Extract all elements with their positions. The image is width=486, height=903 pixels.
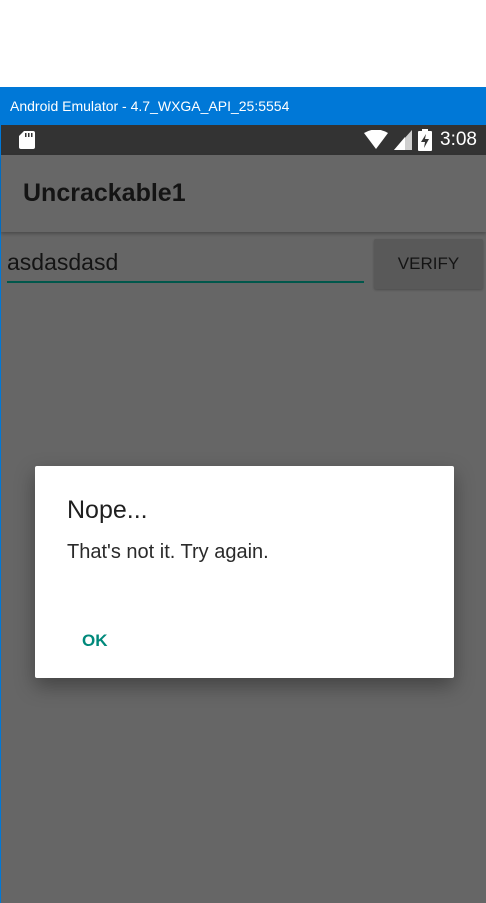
- dialog-title: Nope...: [67, 496, 148, 524]
- status-icons: 3:08: [364, 127, 477, 153]
- emulator-window-title: Android Emulator - 4.7_WXGA_API_25:5554: [10, 98, 290, 114]
- emulator-title-bar[interactable]: Android Emulator - 4.7_WXGA_API_25:5554: [0, 87, 486, 125]
- dialog-message: That's not it. Try again.: [67, 541, 269, 563]
- status-bar: 3:08: [1, 125, 486, 155]
- secret-input[interactable]: [7, 247, 364, 277]
- status-clock: 3:08: [440, 129, 477, 150]
- app-bar: Uncrackable1: [1, 155, 486, 232]
- alert-dialog: Nope... That's not it. Try again. OK: [35, 466, 454, 678]
- sd-card-icon: [19, 131, 35, 153]
- battery-charging-icon: [418, 129, 438, 151]
- cell-signal-icon: [394, 130, 418, 150]
- verify-button[interactable]: VERIFY: [374, 239, 483, 289]
- app-title: Uncrackable1: [23, 179, 186, 207]
- wifi-icon: [364, 130, 394, 150]
- ok-button[interactable]: OK: [70, 621, 118, 661]
- secret-input-field[interactable]: [7, 243, 364, 283]
